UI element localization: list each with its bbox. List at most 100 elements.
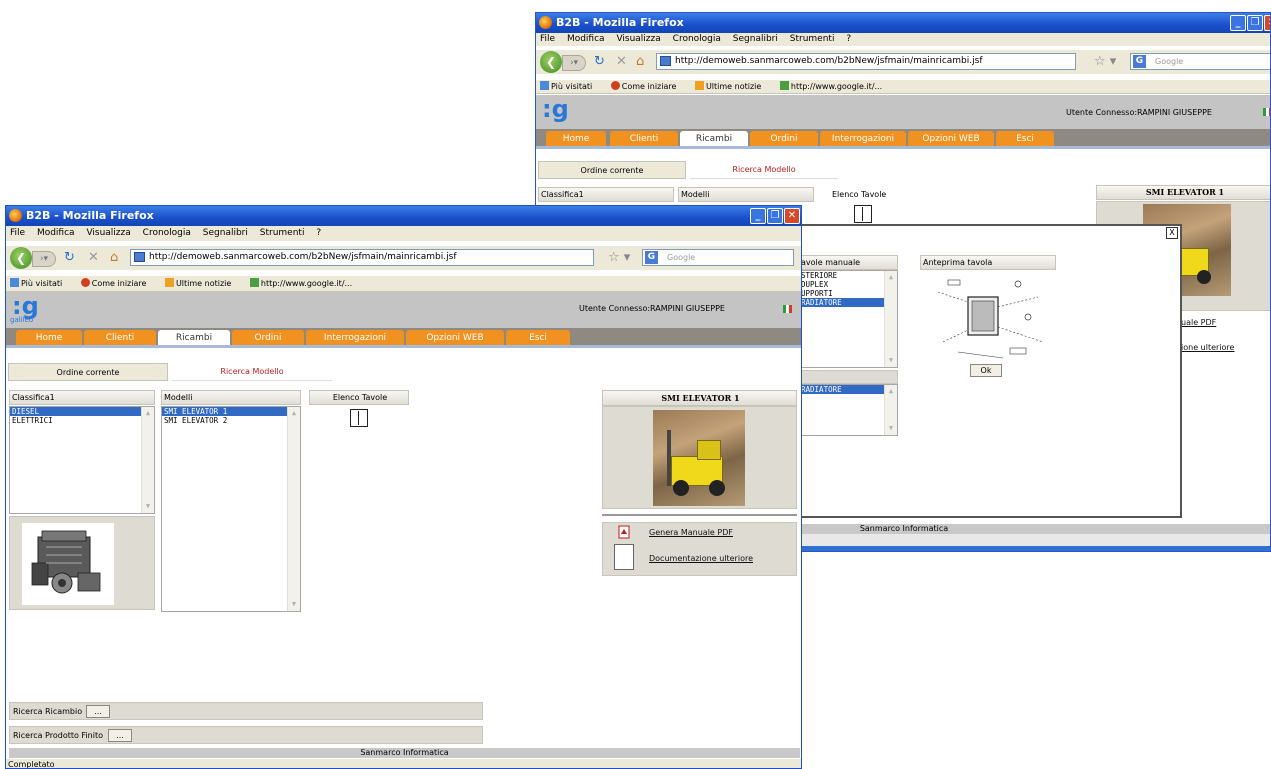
menu-cronologia[interactable]: Cronologia — [673, 34, 721, 44]
tab-home[interactable]: Home — [546, 131, 606, 147]
back-search-box[interactable]: G Google — [1130, 53, 1270, 70]
front-search-box[interactable]: G Google — [642, 249, 794, 266]
document-icon[interactable] — [614, 544, 634, 570]
front-subtab-ordine[interactable]: Ordine corrente — [8, 363, 168, 381]
bm-google[interactable]: http://www.google.it/... — [249, 278, 360, 288]
front-subtab-ricerca[interactable]: Ricerca Modello — [172, 363, 332, 381]
close-icon[interactable]: ✕ — [784, 208, 800, 224]
tab-clienti[interactable]: Clienti — [84, 330, 156, 346]
close-icon[interactable]: ✕ — [1264, 15, 1270, 31]
front-browser-window: B2B - Mozilla Firefox _ ❐ ✕ File Modific… — [5, 205, 802, 769]
back-subtab-ricerca[interactable]: Ricerca Modello — [690, 161, 838, 179]
forward-arrow-icon[interactable]: ›▾ — [562, 55, 586, 71]
home-icon[interactable]: ⌂ — [636, 54, 644, 70]
tab-ordini[interactable]: Ordini — [750, 131, 818, 147]
menu-cronologia[interactable]: Cronologia — [143, 228, 191, 238]
back-link-doc[interactable]: ione ulteriore — [1181, 343, 1234, 352]
pdf-icon[interactable] — [618, 525, 630, 539]
modelli-item[interactable]: SMI ELEVATOR 2 — [162, 416, 300, 425]
scrollbar[interactable]: ▲ ▼ — [287, 407, 300, 611]
menu-strumenti[interactable]: Strumenti — [790, 34, 835, 44]
ricerca-prodotto-button[interactable]: ... — [108, 729, 132, 742]
bm-most-visited[interactable]: Più visitati — [10, 278, 70, 288]
reload-icon[interactable]: ↻ — [64, 250, 75, 266]
bookmark-star-icon[interactable]: ☆ ▾ — [1094, 54, 1116, 70]
ricerca-prodotto-row: Ricerca Prodotto Finito ... — [9, 726, 483, 744]
menu-segnalibri[interactable]: Segnalibri — [203, 228, 248, 238]
minimize-icon[interactable]: _ — [750, 208, 766, 224]
scrollbar[interactable]: ▲ ▼ — [884, 385, 897, 435]
menu-file[interactable]: File — [10, 228, 25, 238]
tab-ricambi[interactable]: Ricambi — [680, 131, 748, 147]
tavole-detail-list[interactable]: RADIATORE ▲ ▼ — [798, 384, 898, 436]
forward-arrow-icon[interactable]: ›▾ — [32, 251, 56, 267]
restore-icon[interactable]: ❐ — [767, 208, 783, 224]
engine-image — [22, 523, 114, 605]
reload-icon[interactable]: ↻ — [594, 54, 605, 70]
menu-help[interactable]: ? — [846, 34, 851, 44]
menu-file[interactable]: File — [540, 34, 555, 44]
bm-google[interactable]: http://www.google.it/... — [779, 81, 890, 91]
back-url-bar[interactable]: http://demoweb.sanmarcoweb.com/b2bNew/js… — [656, 53, 1076, 70]
tab-interrogazioni[interactable]: Interrogazioni — [820, 131, 906, 147]
menu-strumenti[interactable]: Strumenti — [260, 228, 305, 238]
tab-clienti[interactable]: Clienti — [610, 131, 678, 147]
tavole-item[interactable]: DUPLEX — [799, 280, 897, 289]
bm-getting-started[interactable]: Come iniziare — [80, 278, 155, 288]
menu-help[interactable]: ? — [316, 228, 321, 238]
stop-icon[interactable]: ✕ — [616, 54, 627, 70]
book-icon[interactable] — [350, 409, 368, 427]
menu-segnalibri[interactable]: Segnalibri — [733, 34, 778, 44]
menu-visualizza[interactable]: Visualizza — [616, 34, 660, 44]
menu-modifica[interactable]: Modifica — [567, 34, 605, 44]
scrollbar[interactable]: ▲ ▼ — [141, 407, 154, 513]
back-arrow-icon[interactable]: ❮ — [10, 247, 32, 269]
tab-esci[interactable]: Esci — [506, 330, 570, 346]
menu-visualizza[interactable]: Visualizza — [86, 228, 130, 238]
tavole-list[interactable]: STERIORE DUPLEX UPPORTI RADIATORE ▲ ▼ — [798, 270, 898, 368]
back-arrow-icon[interactable]: ❮ — [540, 51, 562, 73]
minimize-icon[interactable]: _ — [1230, 15, 1246, 31]
scrollbar[interactable]: ▲ ▼ — [884, 271, 897, 367]
front-window-titlebar[interactable]: B2B - Mozilla Firefox _ ❐ ✕ — [6, 206, 801, 226]
back-subtab-ordine[interactable]: Ordine corrente — [538, 161, 686, 179]
bm-most-visited[interactable]: Più visitati — [540, 81, 600, 91]
bm-news[interactable]: Ultime notizie — [164, 278, 239, 288]
bm-news[interactable]: Ultime notizie — [694, 81, 769, 91]
restore-icon[interactable]: ❐ — [1247, 15, 1263, 31]
ricerca-ricambio-button[interactable]: ... — [86, 705, 110, 718]
tab-ricambi[interactable]: Ricambi — [158, 330, 230, 346]
italy-flag-icon[interactable] — [783, 305, 792, 313]
generate-pdf-link[interactable]: Genera Manuale PDF — [649, 528, 733, 537]
book-icon[interactable] — [854, 205, 872, 223]
italy-flag-icon[interactable] — [1263, 108, 1270, 116]
home-icon[interactable]: ⌂ — [110, 250, 118, 266]
firefox-icon — [539, 16, 552, 29]
documentation-link[interactable]: Documentazione ulteriore — [649, 554, 753, 563]
modelli-list[interactable]: SMI ELEVATOR 1 SMI ELEVATOR 2 ▲ ▼ — [161, 406, 301, 612]
modelli-item-selected[interactable]: SMI ELEVATOR 1 — [162, 407, 300, 416]
tavole-item[interactable]: STERIORE — [799, 271, 897, 280]
tab-opzioni-web[interactable]: Opzioni WEB — [908, 131, 994, 147]
bookmark-star-icon[interactable]: ☆ ▾ — [608, 250, 630, 266]
tab-esci[interactable]: Esci — [996, 131, 1054, 147]
front-url-bar[interactable]: http://demoweb.sanmarcoweb.com/b2bNew/js… — [130, 249, 594, 266]
back-link-pdf[interactable]: uale PDF — [1181, 318, 1216, 327]
bm-getting-started[interactable]: Come iniziare — [610, 81, 685, 91]
tavole-item-selected[interactable]: RADIATORE — [799, 298, 897, 307]
detail-item-selected[interactable]: RADIATORE — [799, 385, 897, 394]
back-window-titlebar[interactable]: B2B - Mozilla Firefox _ ❐ ✕ — [536, 13, 1270, 33]
tab-interrogazioni[interactable]: Interrogazioni — [306, 330, 404, 346]
classifica-item-selected[interactable]: DIESEL — [10, 407, 154, 416]
stop-icon[interactable]: ✕ — [88, 250, 99, 266]
classifica-item[interactable]: ELETTRICI — [10, 416, 154, 425]
tab-home[interactable]: Home — [16, 330, 82, 346]
tab-ordini[interactable]: Ordini — [232, 330, 304, 346]
dialog-close-button[interactable]: X — [1166, 227, 1178, 239]
ok-button[interactable]: Ok — [970, 364, 1002, 377]
tab-opzioni-web[interactable]: Opzioni WEB — [406, 330, 504, 346]
classifica-list[interactable]: DIESEL ELETTRICI ▲ ▼ — [9, 406, 155, 514]
favicon-icon — [134, 252, 145, 262]
tavole-item[interactable]: UPPORTI — [799, 289, 897, 298]
menu-modifica[interactable]: Modifica — [37, 228, 75, 238]
